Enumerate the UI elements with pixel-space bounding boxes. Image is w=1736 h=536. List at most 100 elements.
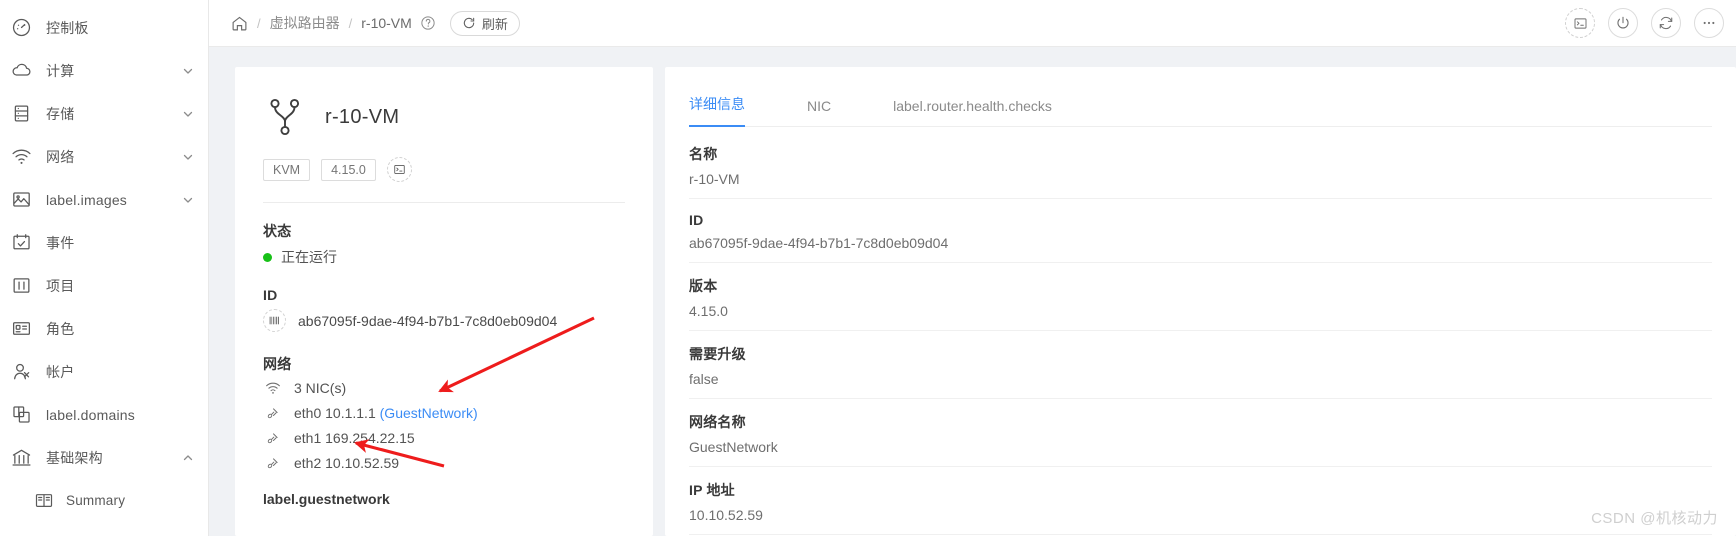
tag-hypervisor: KVM <box>263 158 311 181</box>
restart-button[interactable] <box>1651 8 1681 38</box>
sidebar-item-6[interactable]: 项目 <box>0 264 208 307</box>
vm-id-row: ab67095f-9dae-4f94-b7b1-7c8d0eb09d04 <box>263 309 625 332</box>
dashboard-icon <box>10 17 32 39</box>
guestnetwork-section-label: label.guestnetwork <box>263 491 390 507</box>
more-icon <box>1701 15 1717 31</box>
vm-tags: KVM 4.15.0 <box>263 157 625 182</box>
nic-row: eth2 10.10.52.59 <box>263 455 625 471</box>
infrastructure-icon <box>10 447 32 469</box>
nic-row: eth0 10.1.1.1 (GuestNetwork) <box>263 405 625 421</box>
chevron-down-icon[interactable] <box>182 65 194 77</box>
tag-version: 4.15.0 <box>321 158 376 181</box>
power-icon <box>1615 15 1631 31</box>
sidebar-item-label: label.domains <box>46 406 135 423</box>
sidebar-item-5[interactable]: 事件 <box>0 221 208 264</box>
detail-row: 需要升级 false <box>689 331 1712 399</box>
watermark: CSDN @机核动力 <box>1591 510 1718 527</box>
detail-value: ab67095f-9dae-4f94-b7b1-7c8d0eb09d04 <box>689 235 949 251</box>
status-badge: 正在运行 <box>263 247 625 267</box>
sidebar-item-label: label.images <box>46 191 127 208</box>
sidebar-item-label: 控制板 <box>46 19 89 36</box>
detail-key: 网络名称 <box>689 414 746 430</box>
home-icon[interactable] <box>231 15 248 32</box>
nic-count-row: 3 NIC(s) <box>263 380 625 396</box>
detail-value: false <box>689 371 719 387</box>
sidebar-item-8[interactable]: 帐户 <box>0 350 208 393</box>
sidebar-item-2[interactable]: 存储 <box>0 92 208 135</box>
domains-icon <box>10 404 32 426</box>
chevron-down-icon[interactable] <box>182 151 194 163</box>
console-button[interactable] <box>1565 8 1595 38</box>
api-icon <box>264 431 281 446</box>
nic-address: eth1 169.254.22.15 <box>294 430 415 446</box>
barcode-icon <box>263 309 286 332</box>
sidebar-item-label: 存储 <box>46 105 75 122</box>
breadcrumb-separator-1: / <box>257 15 261 31</box>
terminal-icon <box>1573 16 1588 31</box>
detail-row: IP 地址 10.10.52.59 <box>689 467 1712 535</box>
nic-network-link[interactable]: (GuestNetwork) <box>380 405 478 421</box>
nic-text: eth0 10.1.1.1 (GuestNetwork) <box>294 405 478 421</box>
sidebar: 控制板计算存储网络 label.images 事件项目角色 帐户 label.domai… <box>0 0 209 536</box>
tab-nic[interactable]: NIC <box>807 98 831 126</box>
detail-row: ID ab67095f-9dae-4f94-b7b1-7c8d0eb09d04 <box>689 199 1712 263</box>
detail-key: 版本 <box>689 278 718 294</box>
sidebar-item-label: 项目 <box>46 277 75 294</box>
sidebar-item-0[interactable]: 控制板 <box>0 6 208 49</box>
sidebar-subitem-label: Summary <box>66 493 126 508</box>
detail-value: r-10-VM <box>689 171 740 187</box>
question-circle-icon[interactable] <box>420 15 436 31</box>
refresh-button[interactable]: 刷新 <box>449 10 520 36</box>
id-label: ID <box>263 287 278 303</box>
main-area: / 虚拟路由器 / r-10-VM 刷新 r-10-VM KVM 4.15.0 … <box>209 0 1736 536</box>
more-button[interactable] <box>1694 8 1724 38</box>
breadcrumb: / 虚拟路由器 / r-10-VM 刷新 <box>231 10 520 36</box>
card-divider <box>263 202 625 203</box>
status-dot-icon <box>263 252 272 262</box>
detail-key: 需要升级 <box>689 346 746 362</box>
sidebar-subitem-0[interactable]: Summary <box>0 479 208 522</box>
vm-title: r-10-VM <box>325 105 400 128</box>
breadcrumb-current: r-10-VM <box>361 15 412 31</box>
tab-details[interactable]: 详细信息 <box>689 94 745 127</box>
status-text: 正在运行 <box>281 249 337 265</box>
summary-icon <box>34 490 54 512</box>
detail-row: 版本 4.15.0 <box>689 263 1712 331</box>
terminal-icon <box>393 163 406 176</box>
nic-text: eth1 169.254.22.15 <box>294 430 415 446</box>
account-icon <box>10 361 32 383</box>
vm-id-value: ab67095f-9dae-4f94-b7b1-7c8d0eb09d04 <box>298 312 558 329</box>
power-button[interactable] <box>1608 8 1638 38</box>
chevron-down-icon[interactable] <box>182 108 194 120</box>
sidebar-item-3[interactable]: 网络 <box>0 135 208 178</box>
network-label: 网络 <box>263 356 292 372</box>
detail-value: 4.15.0 <box>689 303 728 319</box>
sidebar-item-1[interactable]: 计算 <box>0 49 208 92</box>
state-label: 状态 <box>263 223 292 239</box>
refresh-label: 刷新 <box>481 16 508 32</box>
project-icon <box>10 275 32 297</box>
detail-row: 名称 r-10-VM <box>689 127 1712 199</box>
chevron-up-icon[interactable] <box>182 452 194 464</box>
role-icon <box>10 318 32 340</box>
detail-key: ID <box>689 212 704 228</box>
detail-row: 网络名称 GuestNetwork <box>689 399 1712 467</box>
chevron-down-icon[interactable] <box>182 194 194 206</box>
wifi-icon <box>264 380 281 396</box>
wifi-icon <box>10 146 32 168</box>
vm-details-card: 详细信息 NIC label.router.health.checks 名称 r-… <box>665 67 1736 536</box>
tab-health-checks[interactable]: label.router.health.checks <box>893 98 1052 126</box>
api-icon <box>264 406 281 421</box>
detail-key: IP 地址 <box>689 482 735 498</box>
details-tabs: 详细信息 NIC label.router.health.checks <box>689 67 1712 127</box>
sidebar-item-7[interactable]: 角色 <box>0 307 208 350</box>
nic-address: eth0 10.1.1.1 <box>294 405 380 421</box>
breadcrumb-virtual-routers[interactable]: 虚拟路由器 <box>270 13 340 33</box>
console-icon-button[interactable] <box>386 157 412 182</box>
topbar: / 虚拟路由器 / r-10-VM 刷新 <box>209 0 1736 47</box>
sidebar-item-4[interactable]: label.images <box>0 178 208 221</box>
sidebar-item-10[interactable]: 基础架构 <box>0 436 208 479</box>
cloud-icon <box>10 60 32 82</box>
nic-row: eth1 169.254.22.15 <box>263 430 625 446</box>
sidebar-item-9[interactable]: label.domains <box>0 393 208 436</box>
